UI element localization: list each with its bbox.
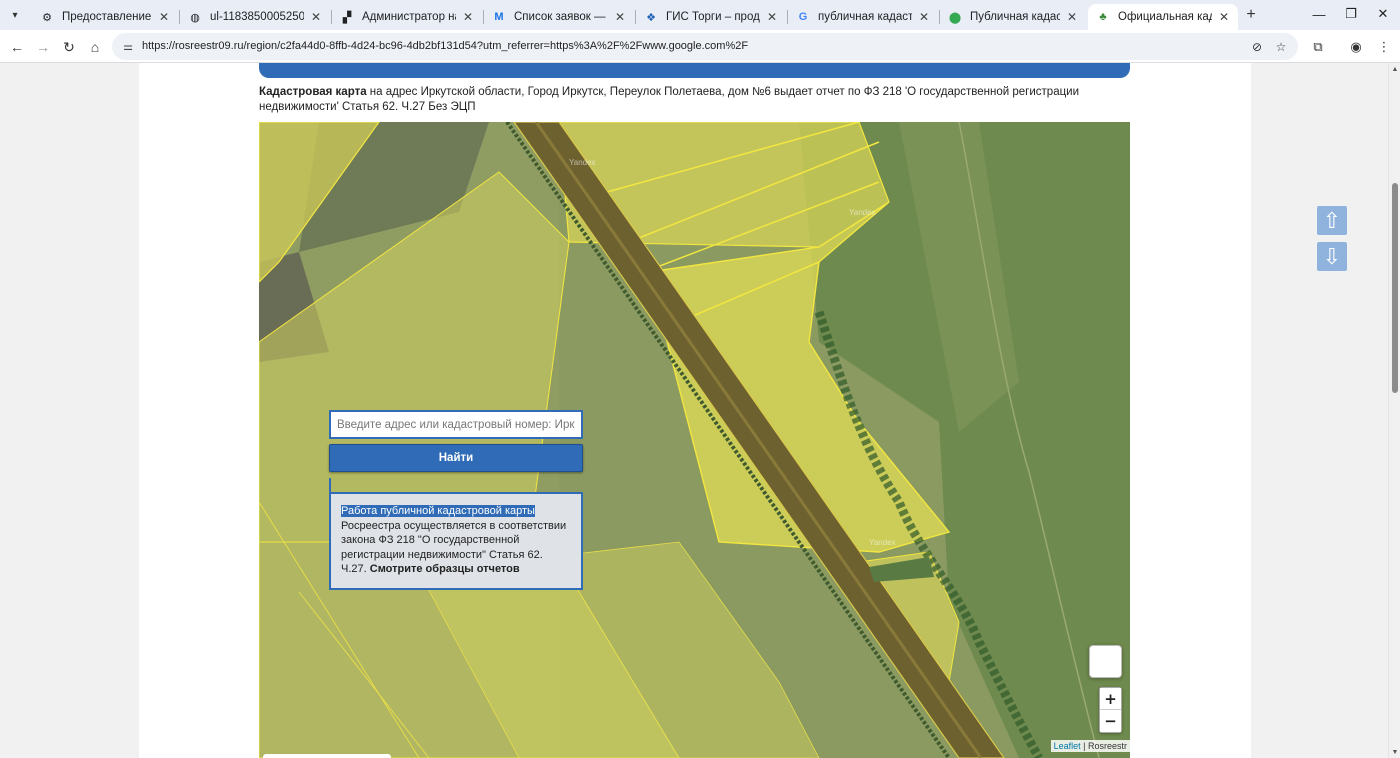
tab-strip: ▾ ⚙ Предоставление сведен ✕ ◍ ul-1183850… (0, 0, 1400, 30)
reload-icon[interactable]: ↻ (58, 36, 80, 58)
attribution-text: Rosreestr (1087, 741, 1127, 751)
tab-title: Публичная кадастровая (970, 11, 1060, 23)
close-icon[interactable]: ✕ (1216, 9, 1232, 25)
close-icon[interactable]: ✕ (308, 9, 324, 25)
cadastral-map[interactable]: Yandex Yandex Yandex Найти Работа публич… (259, 122, 1130, 758)
map-watermark: Yandex (869, 538, 896, 547)
tab-title: Предоставление сведен (62, 11, 152, 23)
tab-8-active[interactable]: ♣ Официальная кадастро ✕ (1088, 4, 1238, 30)
address-bar[interactable]: ⚌ https://rosreestr09.ru/region/c2fa44d0… (112, 33, 1298, 60)
tab-title: Администратор начислен (362, 11, 456, 23)
rosreestr-icon: ♣ (1099, 11, 1107, 23)
close-icon[interactable]: ✕ (460, 9, 476, 25)
map-attribution: Leaflet | Rosreestr (1050, 740, 1130, 752)
page-viewport: Кадастровая карта на адрес Иркутской обл… (0, 63, 1388, 758)
close-icon[interactable]: ✕ (1064, 9, 1080, 25)
info-connector (329, 478, 331, 492)
scroll-thumb[interactable] (1392, 183, 1398, 393)
admin-icon: ▞ (342, 11, 352, 24)
window-close-icon[interactable]: ✕ (1370, 4, 1396, 24)
gmail-icon: M (494, 11, 504, 23)
google-icon: G (798, 11, 808, 23)
info-highlight: Работа публичной кадастровой карты (341, 505, 535, 517)
tab-title: публичная кадастровая (818, 11, 912, 23)
map-pin-icon: ⬤ (948, 11, 962, 24)
minimize-icon[interactable]: — (1306, 4, 1332, 24)
tab-3[interactable]: ▞ Администратор начислен ✕ (332, 4, 482, 30)
header-bar (259, 63, 1130, 78)
bookmark-star-icon[interactable]: ☆ (1272, 38, 1290, 56)
extensions-icon[interactable]: ⧉ (1308, 37, 1328, 57)
close-icon[interactable]: ✕ (612, 9, 628, 25)
tab-2[interactable]: ◍ ul-1183850005250-20260 ✕ (180, 4, 330, 30)
tab-search-icon[interactable]: ▾ (5, 5, 25, 25)
scroll-arrow-down-icon[interactable]: ▼ (1389, 746, 1400, 758)
map-corner-chip (263, 754, 391, 758)
back-icon[interactable]: ← (6, 36, 28, 58)
sample-reports-link[interactable]: Смотрите образцы отчетов (370, 563, 520, 575)
zoom-control: + − (1099, 687, 1122, 733)
forward-icon[interactable]: → (32, 36, 54, 58)
attribution-separator: | (1080, 741, 1088, 751)
intro-body: на адрес Иркутской области, Город Иркутс… (259, 86, 1080, 113)
new-tab-icon[interactable]: + (1242, 6, 1260, 24)
scroll-down-button[interactable]: ⇩ (1317, 242, 1347, 271)
close-icon[interactable]: ✕ (156, 9, 172, 25)
scroll-arrow-up-icon[interactable]: ▲ (1389, 63, 1400, 75)
tab-title: ГИС Торги – продажи го (666, 11, 760, 23)
map-watermark: Yandex (569, 158, 596, 167)
map-watermark: Yandex (849, 208, 876, 217)
restore-icon[interactable]: ❐ (1338, 4, 1364, 24)
tab-4[interactable]: M Список заявок — Технол ✕ (484, 4, 634, 30)
gis-torgi-icon: ❖ (646, 11, 656, 24)
info-box: Работа публичной кадастровой карты Росре… (329, 492, 583, 590)
page-content: Кадастровая карта на адрес Иркутской обл… (139, 63, 1251, 758)
globe-icon: ◍ (190, 11, 200, 24)
map-tiles (259, 122, 1130, 758)
page-scrollbar[interactable]: ▲ ▼ (1388, 63, 1400, 758)
close-icon[interactable]: ✕ (916, 9, 932, 25)
tab-5[interactable]: ❖ ГИС Торги – продажи го ✕ (636, 4, 786, 30)
home-icon[interactable]: ⌂ (84, 36, 106, 58)
tab-title: Официальная кадастро (1118, 11, 1212, 23)
intro-bold: Кадастровая карта (259, 86, 367, 98)
search-button[interactable]: Найти (329, 444, 583, 472)
tab-title: Список заявок — Технол (514, 11, 608, 23)
site-settings-icon[interactable]: ⚌ (121, 39, 135, 53)
zoom-in-button[interactable]: + (1100, 688, 1121, 710)
browser-toolbar: ← → ↻ ⌂ ⚌ https://rosreestr09.ru/region/… (0, 30, 1400, 63)
tracking-blocked-icon[interactable]: ⊘ (1248, 38, 1266, 56)
close-icon[interactable]: ✕ (764, 9, 780, 25)
tab-title: ul-1183850005250-20260 (210, 11, 304, 23)
leaflet-link[interactable]: Leaflet (1054, 741, 1081, 751)
address-search-input[interactable] (329, 410, 583, 439)
layers-button[interactable] (1089, 645, 1122, 678)
gear-icon: ⚙ (42, 11, 52, 24)
tab-1[interactable]: ⚙ Предоставление сведен ✕ (32, 4, 178, 30)
url-text[interactable]: https://rosreestr09.ru/region/c2fa44d0-8… (142, 40, 748, 52)
scroll-up-button[interactable]: ⇧ (1317, 206, 1347, 235)
zoom-out-button[interactable]: − (1100, 710, 1121, 732)
menu-kebab-icon[interactable]: ⋮ (1374, 37, 1394, 57)
tab-6[interactable]: G публичная кадастровая ✕ (788, 4, 938, 30)
tab-7[interactable]: ⬤ Публичная кадастровая ✕ (940, 4, 1086, 30)
intro-text: Кадастровая карта на адрес Иркутской обл… (259, 85, 1130, 115)
profile-icon[interactable]: ◉ (1346, 37, 1366, 57)
